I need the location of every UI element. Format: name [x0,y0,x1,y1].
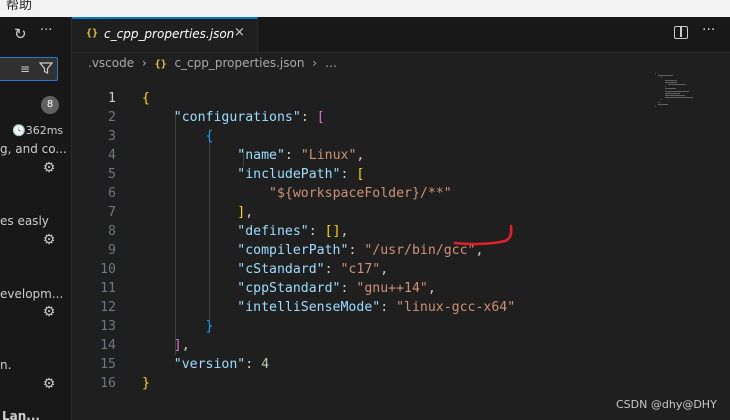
red-underline-annotation [453,224,513,246]
gear-icon[interactable]: ⚙ [42,233,56,247]
timing-value: 362ms [25,124,64,137]
watermark: CSDN @dhy@DHY [616,398,717,411]
clock-icon: 🕓 [12,124,26,137]
editor-area: {} c_cpp_properties.json × ··· .vscode ›… [72,17,730,420]
clear-filter-icon[interactable]: ≡ [17,61,33,77]
menu-bar: 帮助 [0,0,730,17]
extension-description[interactable]: evelopm... [0,287,63,301]
gear-icon[interactable]: ⚙ [42,305,56,319]
extensions-sidebar: ↻ ··· ≡ 8 🕓362ms g, and co... ⚙ es easly… [0,17,72,420]
install-count-badge: 8 [41,96,59,114]
extension-description[interactable]: es easly [0,214,49,228]
extension-title[interactable]: Lan... [2,409,40,420]
gear-icon[interactable]: ⚙ [42,377,56,391]
extension-search-input[interactable]: ≡ [0,57,58,81]
refresh-icon[interactable]: ↻ [14,25,27,43]
extension-description[interactable]: n. [0,358,11,372]
more-actions-icon[interactable]: ··· [40,23,52,38]
menu-help[interactable]: 帮助 [6,0,32,13]
gear-icon[interactable]: ⚙ [42,161,56,175]
extension-description[interactable]: g, and co... [0,142,67,156]
timing-label: 🕓362ms [12,124,63,137]
filter-icon[interactable] [38,61,54,77]
